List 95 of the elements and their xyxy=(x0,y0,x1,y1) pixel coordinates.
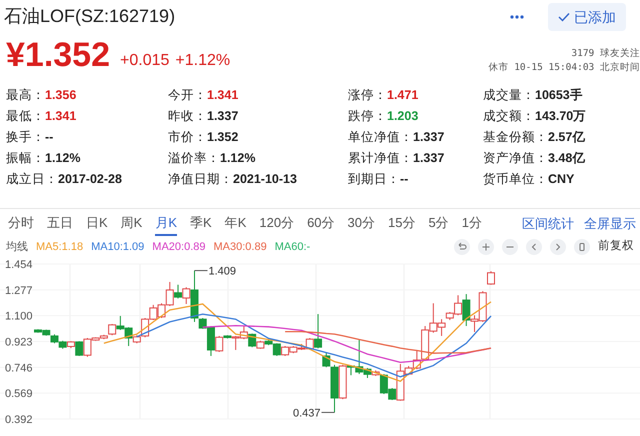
chart-link[interactable]: 全屏显示 xyxy=(584,214,636,234)
y-axis-label: 1.454 xyxy=(5,259,33,271)
period-tab[interactable]: 60分 xyxy=(307,212,335,236)
zoom-in-icon[interactable] xyxy=(478,239,494,255)
stat-value: -- xyxy=(400,171,408,188)
y-axis-label: 0.569 xyxy=(5,388,33,400)
zoom-out-icon[interactable] xyxy=(502,239,518,255)
stat-value: 1.356 xyxy=(45,87,76,104)
period-tab[interactable]: 月K xyxy=(155,212,178,236)
stat-label: 到期日： xyxy=(348,171,400,188)
period-tab[interactable]: 季K xyxy=(190,212,212,236)
ma-legend-item: MA5:1.18 xyxy=(36,240,84,255)
stat-value: 1.12% xyxy=(220,150,256,168)
period-tab[interactable]: 30分 xyxy=(348,212,375,236)
stat-value: 2.57亿 xyxy=(548,129,586,146)
period-tab[interactable]: 1分 xyxy=(462,212,482,236)
period-tab[interactable]: 年K xyxy=(224,212,246,236)
candle xyxy=(289,346,298,354)
stat-label: 跌停： xyxy=(348,108,387,126)
period-tab[interactable]: 15分 xyxy=(388,212,416,236)
stat-value: 143.70万 xyxy=(535,108,586,126)
market-status: 休市 10-15 15:04:03 北京时间 xyxy=(488,61,640,75)
period-tab[interactable]: 120分 xyxy=(259,212,294,236)
stat-value: 1.341 xyxy=(207,87,238,104)
candle xyxy=(281,346,290,356)
y-axis-label: 0.392 xyxy=(5,414,33,426)
y-axis-label: 0.923 xyxy=(5,336,33,348)
stat-label: 今开： xyxy=(168,87,207,104)
y-axis-label: 0.746 xyxy=(5,362,33,374)
stat-label: 溢价率： xyxy=(168,150,220,168)
candle xyxy=(116,315,124,330)
check-icon xyxy=(558,12,570,22)
stat-label: 市价： xyxy=(168,129,207,146)
stat-value: 1.337 xyxy=(207,108,238,126)
stat-value: -- xyxy=(45,129,54,146)
stat-value: 1.12% xyxy=(45,150,80,168)
period-tab[interactable]: 周K xyxy=(120,212,142,236)
stat-label: 单位净值： xyxy=(348,129,413,146)
stat-value: 1.337 xyxy=(413,129,444,146)
ma-legend-item: MA60:- xyxy=(274,240,310,255)
stat-label: 换手： xyxy=(6,129,45,146)
price-annotation: 0.437 xyxy=(292,407,320,420)
y-axis-label: 1.100 xyxy=(5,310,33,323)
stat-value: 1.471 xyxy=(387,87,418,104)
stock-title: 石油LOF(SZ:162719) xyxy=(4,5,176,28)
chart-link[interactable]: 区间统计 xyxy=(522,214,574,234)
stat-value: 1.352 xyxy=(207,129,238,146)
stat-label: 昨收： xyxy=(168,108,207,126)
stat-label: 货币单位： xyxy=(483,171,548,188)
stat-label: 振幅： xyxy=(6,150,45,168)
leader-line xyxy=(194,270,208,272)
ma-legend-item: MA10:1.09 xyxy=(91,240,144,255)
chevron-right-icon[interactable] xyxy=(550,239,566,255)
chevron-left-icon[interactable] xyxy=(526,239,542,255)
ma-legend-item: MA30:0.89 xyxy=(214,240,267,255)
added-button[interactable]: 已添加 xyxy=(548,3,626,31)
period-tab[interactable]: 日K xyxy=(86,212,108,236)
stat-value: 3.48亿 xyxy=(548,150,586,168)
candle xyxy=(50,334,58,344)
change-percent: +1.12% xyxy=(175,51,230,71)
period-tab[interactable]: 分时 xyxy=(8,212,34,236)
stat-label: 资产净值： xyxy=(483,150,548,168)
stat-label: 基金份额： xyxy=(483,129,548,146)
stat-label: 成交量： xyxy=(483,87,535,104)
more-icon[interactable] xyxy=(510,15,524,19)
y-axis-label: 1.277 xyxy=(5,284,33,297)
undo-icon[interactable] xyxy=(454,239,470,255)
stat-label: 成交额： xyxy=(483,108,535,126)
follower-count: 3179 球友关注 xyxy=(571,47,640,61)
stat-value: 1.337 xyxy=(413,150,444,168)
period-tab[interactable]: 五日 xyxy=(47,212,73,236)
ma-legend-item: MA20:0.89 xyxy=(152,240,206,255)
current-price: ¥1.352 xyxy=(6,35,110,75)
price-change: +0.015 xyxy=(120,51,170,71)
ma-label: 均线 xyxy=(6,240,28,255)
candle xyxy=(58,340,67,350)
stat-value: 10653手 xyxy=(535,87,583,104)
stat-label: 涨停： xyxy=(348,87,387,104)
stat-value: 2017-02-28 xyxy=(58,171,122,188)
stat-label: 最高： xyxy=(6,87,45,104)
candle-toggle-icon[interactable] xyxy=(574,239,590,255)
stat-value: 1.203 xyxy=(387,108,418,126)
stat-label: 累计净值： xyxy=(348,150,413,168)
stat-value: 1.341 xyxy=(45,108,76,126)
adjust-mode[interactable]: 前复权 xyxy=(598,238,634,256)
candle xyxy=(487,270,495,286)
leader-line xyxy=(321,412,335,413)
price-annotation: 1.409 xyxy=(208,266,236,278)
stat-value: CNY xyxy=(548,171,574,188)
stat-label: 成立日： xyxy=(6,171,58,188)
period-tab[interactable]: 5分 xyxy=(428,212,449,236)
candle xyxy=(240,326,248,340)
stat-label: 最低： xyxy=(6,108,45,126)
stat-value: 2021-10-13 xyxy=(233,171,297,188)
stat-label: 净值日期： xyxy=(168,171,233,188)
